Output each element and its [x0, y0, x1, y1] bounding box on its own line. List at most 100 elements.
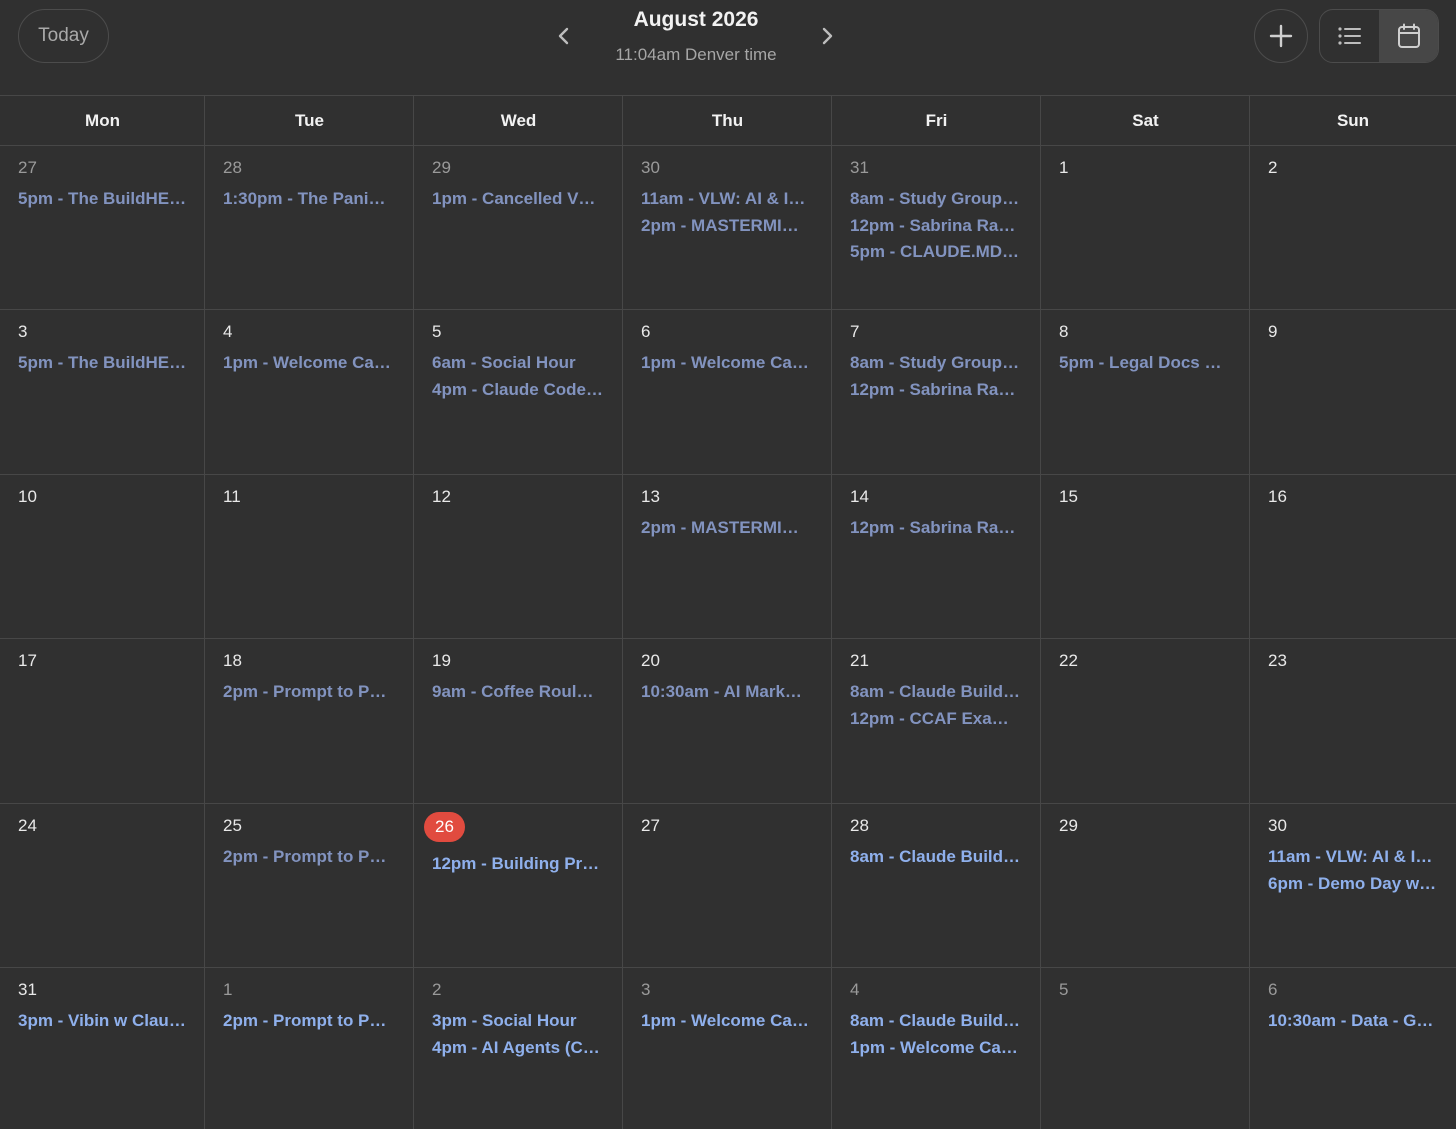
- calendar-event[interactable]: 5pm - Legal Docs …: [1059, 350, 1250, 377]
- calendar-event[interactable]: 1:30pm - The Pani…: [223, 186, 414, 213]
- day-number: 31: [18, 980, 37, 999]
- plus-icon: [1269, 24, 1293, 48]
- day-cell[interactable]: 5: [1041, 968, 1250, 1129]
- calendar-event[interactable]: 6pm - Demo Day w…: [1268, 871, 1456, 898]
- calendar-icon: [1397, 23, 1420, 48]
- calendar-event[interactable]: 11am - VLW: AI & I…: [1268, 844, 1456, 871]
- calendar-event[interactable]: 1pm - Welcome Ca…: [641, 350, 832, 377]
- day-cell[interactable]: 12: [414, 475, 623, 639]
- day-cell[interactable]: 13 2pm - MASTERMI…: [623, 475, 832, 639]
- calendar-event[interactable]: 2pm - MASTERMI…: [641, 213, 832, 240]
- day-cell[interactable]: 28 1:30pm - The Pani…: [205, 146, 414, 310]
- day-cell[interactable]: 7 8am - Study Group… 12pm - Sabrina Ra…: [832, 310, 1041, 475]
- day-events: 6am - Social Hour 4pm - Claude Code…: [432, 350, 623, 403]
- day-cell[interactable]: 31 8am - Study Group… 12pm - Sabrina Ra… 5p…: [832, 146, 1041, 310]
- day-cell[interactable]: 29 1pm - Cancelled V…: [414, 146, 623, 310]
- day-cell[interactable]: 3 5pm - The BuildHE…: [0, 310, 205, 475]
- calendar-event[interactable]: 10:30am - AI Mark…: [641, 679, 832, 706]
- day-events: 8am - Study Group… 12pm - Sabrina Ra… 5pm …: [850, 186, 1041, 266]
- calendar-event[interactable]: 9am - Coffee Roul…: [432, 679, 623, 706]
- calendar-event[interactable]: 8am - Study Group…: [850, 186, 1041, 213]
- day-number: 19: [432, 651, 451, 670]
- day-cell[interactable]: 11: [205, 475, 414, 639]
- day-cell[interactable]: 6 10:30am - Data - G…: [1250, 968, 1456, 1129]
- calendar-event[interactable]: 4pm - AI Agents (C…: [432, 1035, 623, 1062]
- day-cell[interactable]: 8 5pm - Legal Docs …: [1041, 310, 1250, 475]
- calendar-event[interactable]: 5pm - CLAUDE.MD…: [850, 239, 1041, 266]
- list-view-button[interactable]: [1320, 10, 1379, 62]
- calendar-event[interactable]: 3pm - Vibin w Clau…: [18, 1008, 205, 1035]
- day-cell[interactable]: 15: [1041, 475, 1250, 639]
- calendar-event[interactable]: 2pm - Prompt to P…: [223, 679, 414, 706]
- weekday-mon: Mon: [85, 110, 120, 130]
- calendar-event[interactable]: 1pm - Welcome Ca…: [641, 1008, 832, 1035]
- day-cell[interactable]: 1 2pm - Prompt to P…: [205, 968, 414, 1129]
- calendar-event[interactable]: 12pm - CCAF Exa…: [850, 706, 1041, 733]
- day-cell[interactable]: 25 2pm - Prompt to P…: [205, 804, 414, 968]
- calendar-event[interactable]: 5pm - The BuildHE…: [18, 350, 205, 377]
- day-cell[interactable]: 29: [1041, 804, 1250, 968]
- calendar-event[interactable]: 4pm - Claude Code…: [432, 377, 623, 404]
- calendar-event[interactable]: 2pm - MASTERMI…: [641, 515, 832, 542]
- day-cell[interactable]: 4 8am - Claude Build… 1pm - Welcome Ca…: [832, 968, 1041, 1129]
- calendar-event[interactable]: 10:30am - Data - G…: [1268, 1008, 1456, 1035]
- day-cell[interactable]: 10: [0, 475, 205, 639]
- day-cell[interactable]: 2 3pm - Social Hour 4pm - AI Agents (C…: [414, 968, 623, 1129]
- day-cell[interactable]: 27 5pm - The BuildHE…: [0, 146, 205, 310]
- day-events: 2pm - MASTERMI…: [641, 515, 832, 542]
- day-cell[interactable]: 20 10:30am - AI Mark…: [623, 639, 832, 804]
- day-cell[interactable]: 26 12pm - Building Pr…: [414, 804, 623, 968]
- day-cell[interactable]: 2: [1250, 146, 1456, 310]
- calendar-event[interactable]: 12pm - Sabrina Ra…: [850, 377, 1041, 404]
- calendar-event[interactable]: 3pm - Social Hour: [432, 1008, 623, 1035]
- calendar-event[interactable]: 12pm - Sabrina Ra…: [850, 515, 1041, 542]
- day-cell[interactable]: 30 11am - VLW: AI & I… 2pm - MASTERMI…: [623, 146, 832, 310]
- day-cell[interactable]: 30 11am - VLW: AI & I… 6pm - Demo Day w…: [1250, 804, 1456, 968]
- calendar-event[interactable]: 2pm - Prompt to P…: [223, 844, 414, 871]
- calendar-event[interactable]: 12pm - Building Pr…: [432, 851, 623, 878]
- day-cell[interactable]: 9: [1250, 310, 1456, 475]
- calendar-event[interactable]: 5pm - The BuildHE…: [18, 186, 205, 213]
- day-cell[interactable]: 18 2pm - Prompt to P…: [205, 639, 414, 804]
- day-cell[interactable]: 23: [1250, 639, 1456, 804]
- calendar-event[interactable]: 8am - Claude Build…: [850, 1008, 1041, 1035]
- calendar-header: Today August 2026 11:04am Denver time: [0, 0, 1456, 95]
- calendar-event[interactable]: 6am - Social Hour: [432, 350, 623, 377]
- day-cell[interactable]: 22: [1041, 639, 1250, 804]
- day-cell[interactable]: 1: [1041, 146, 1250, 310]
- day-cell[interactable]: 24: [0, 804, 205, 968]
- day-cell[interactable]: 16: [1250, 475, 1456, 639]
- today-button[interactable]: Today: [18, 9, 109, 63]
- day-events: 2pm - Prompt to P…: [223, 679, 414, 706]
- calendar-event[interactable]: 1pm - Welcome Ca…: [850, 1035, 1041, 1062]
- next-month-button[interactable]: [811, 20, 843, 52]
- day-cell[interactable]: 19 9am - Coffee Roul…: [414, 639, 623, 804]
- day-cell[interactable]: 5 6am - Social Hour 4pm - Claude Code…: [414, 310, 623, 475]
- day-cell[interactable]: 31 3pm - Vibin w Clau…: [0, 968, 205, 1129]
- calendar-view-button[interactable]: [1379, 10, 1438, 62]
- day-cell[interactable]: 14 12pm - Sabrina Ra…: [832, 475, 1041, 639]
- day-number: 28: [850, 816, 869, 835]
- day-cell[interactable]: 27: [623, 804, 832, 968]
- day-cell[interactable]: 4 1pm - Welcome Ca…: [205, 310, 414, 475]
- day-events: 8am - Claude Build… 1pm - Welcome Ca…: [850, 1008, 1041, 1061]
- day-cell[interactable]: 17: [0, 639, 205, 804]
- day-number: 3: [18, 322, 28, 341]
- day-cell[interactable]: 28 8am - Claude Build…: [832, 804, 1041, 968]
- calendar-event[interactable]: 8am - Claude Build…: [850, 679, 1041, 706]
- day-cell[interactable]: 6 1pm - Welcome Ca…: [623, 310, 832, 475]
- day-number: 23: [1268, 651, 1287, 670]
- calendar-event[interactable]: 11am - VLW: AI & I…: [641, 186, 832, 213]
- calendar-event[interactable]: 8am - Claude Build…: [850, 844, 1041, 871]
- calendar-event[interactable]: 8am - Study Group…: [850, 350, 1041, 377]
- add-event-button[interactable]: [1254, 9, 1308, 63]
- calendar-event[interactable]: 1pm - Welcome Ca…: [223, 350, 414, 377]
- day-events: 5pm - The BuildHE…: [18, 186, 205, 213]
- day-cell[interactable]: 21 8am - Claude Build… 12pm - CCAF Exa…: [832, 639, 1041, 804]
- day-cell[interactable]: 3 1pm - Welcome Ca…: [623, 968, 832, 1129]
- calendar-event[interactable]: 1pm - Cancelled V…: [432, 186, 623, 213]
- calendar-event[interactable]: 12pm - Sabrina Ra…: [850, 213, 1041, 240]
- calendar-event[interactable]: 2pm - Prompt to P…: [223, 1008, 414, 1035]
- weekday-thu: Thu: [711, 110, 744, 130]
- day-number: 3: [641, 980, 651, 999]
